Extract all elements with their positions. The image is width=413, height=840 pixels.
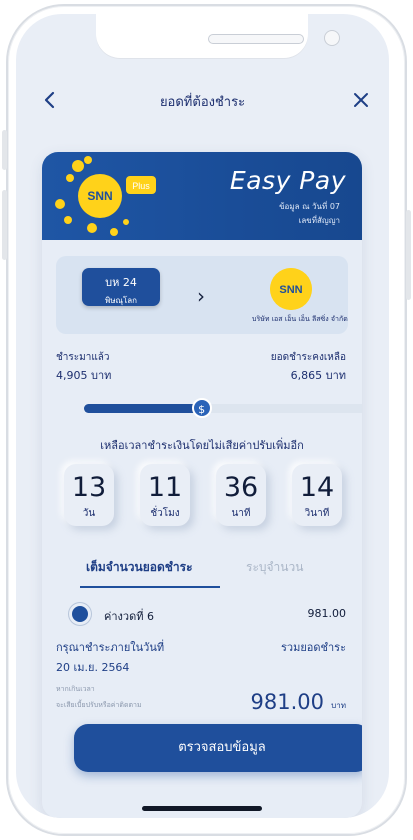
plate-number: บห 24 bbox=[105, 276, 137, 289]
countdown-days: 13 วัน bbox=[64, 464, 114, 526]
installment-radio[interactable] bbox=[72, 606, 88, 622]
total-amount: 981.00 bbox=[250, 690, 324, 714]
installment-amount: 981.00 bbox=[307, 607, 347, 620]
countdown-hours: 11 ชั่วโมง bbox=[140, 464, 190, 526]
header: ยอดที่ต้องชำระ bbox=[16, 84, 389, 114]
countdown-unit: วินาที bbox=[304, 508, 330, 519]
side-button-right bbox=[406, 210, 411, 300]
dollar-icon: $ bbox=[191, 398, 212, 418]
contract-number-label: เลขที่สัญญา bbox=[298, 216, 340, 225]
vehicle-company-box: บห 24 พิษณุโลก › SNN บริษัท เอส เอ็น เอ็… bbox=[56, 256, 348, 334]
side-button-left-1 bbox=[2, 130, 7, 170]
snn-plus-logo: SNN Plus bbox=[55, 156, 156, 236]
late-note: หากเกินเวลา bbox=[56, 685, 95, 693]
countdown-seconds: 14 วินาที bbox=[292, 464, 342, 526]
page-title: ยอดที่ต้องชำระ bbox=[159, 95, 246, 110]
countdown-value: 36 bbox=[223, 472, 259, 503]
snn-logo-text: SNN bbox=[279, 284, 302, 296]
active-tab-indicator bbox=[80, 586, 220, 588]
easy-pay-banner: SNN Plus Easy Pay ข้อมูล ณ วันที่ 07 เลข… bbox=[42, 152, 362, 240]
side-button-left-2 bbox=[2, 190, 7, 260]
close-icon[interactable] bbox=[349, 88, 373, 112]
license-plate: บห 24 พิษณุโลก bbox=[82, 268, 160, 306]
payment-progress-bar: $ bbox=[84, 398, 362, 418]
countdown-value: 14 bbox=[299, 472, 335, 503]
countdown-minutes: 36 นาที bbox=[216, 464, 266, 526]
due-date-label: กรุณาชำระภายในวันที่ bbox=[56, 641, 165, 654]
total-label: รวมยอดชำระ bbox=[281, 641, 346, 654]
remaining-label: ยอดชำระคงเหลือ bbox=[270, 352, 346, 363]
screen: ยอดที่ต้องชำระ SNN Plus Easy Pay ข้อมูล bbox=[16, 14, 389, 818]
paid-label: ชำระมาแล้ว bbox=[56, 352, 110, 363]
countdown-unit: นาที bbox=[231, 508, 251, 519]
tab-specify-amount[interactable]: ระบุจำนวน bbox=[246, 558, 303, 577]
installment-label: ค่างวดที่ 6 bbox=[104, 610, 154, 623]
late-fee-note: จะเสียเบี้ยปรับหรือค่าติดตาม bbox=[56, 701, 142, 709]
countdown-unit: วัน bbox=[82, 508, 96, 519]
remaining-value: 6,865 บาท bbox=[290, 369, 346, 382]
tab-full-amount[interactable]: เต็มจำนวนยอดชำระ bbox=[86, 558, 193, 577]
chevron-right-icon: › bbox=[197, 284, 205, 308]
easy-pay-title: Easy Pay bbox=[229, 166, 346, 195]
countdown-value: 11 bbox=[147, 472, 183, 503]
progress-fill bbox=[84, 404, 202, 413]
snn-company-logo: SNN bbox=[270, 268, 312, 310]
speaker-grille bbox=[208, 34, 304, 44]
home-indicator[interactable] bbox=[142, 806, 262, 811]
data-date-text: ข้อมูล ณ วันที่ 07 bbox=[279, 202, 340, 211]
verify-button[interactable]: ตรวจสอบข้อมูล bbox=[74, 724, 362, 772]
countdown-unit: ชั่วโมง bbox=[150, 508, 180, 519]
notch bbox=[96, 14, 340, 58]
countdown-label: เหลือเวลาชำระเงินโดยไม่เสียค่าปรับเพิ่มอ… bbox=[100, 439, 304, 452]
plate-province: พิษณุโลก bbox=[104, 296, 137, 305]
countdown-value: 13 bbox=[71, 472, 107, 503]
paid-value: 4,905 บาท bbox=[56, 369, 112, 382]
total-unit: บาท bbox=[331, 701, 346, 710]
payment-card: SNN Plus Easy Pay ข้อมูล ณ วันที่ 07 เลข… bbox=[42, 152, 362, 818]
company-name: บริษัท เอส เอ็น เอ็น ลีสซิ่ง จำกัด bbox=[252, 315, 348, 323]
due-date-value: 20 เม.ย. 2564 bbox=[56, 661, 130, 674]
front-camera bbox=[324, 30, 340, 46]
plus-badge-text: Plus bbox=[132, 181, 150, 191]
svg-text:SNN: SNN bbox=[87, 189, 112, 203]
